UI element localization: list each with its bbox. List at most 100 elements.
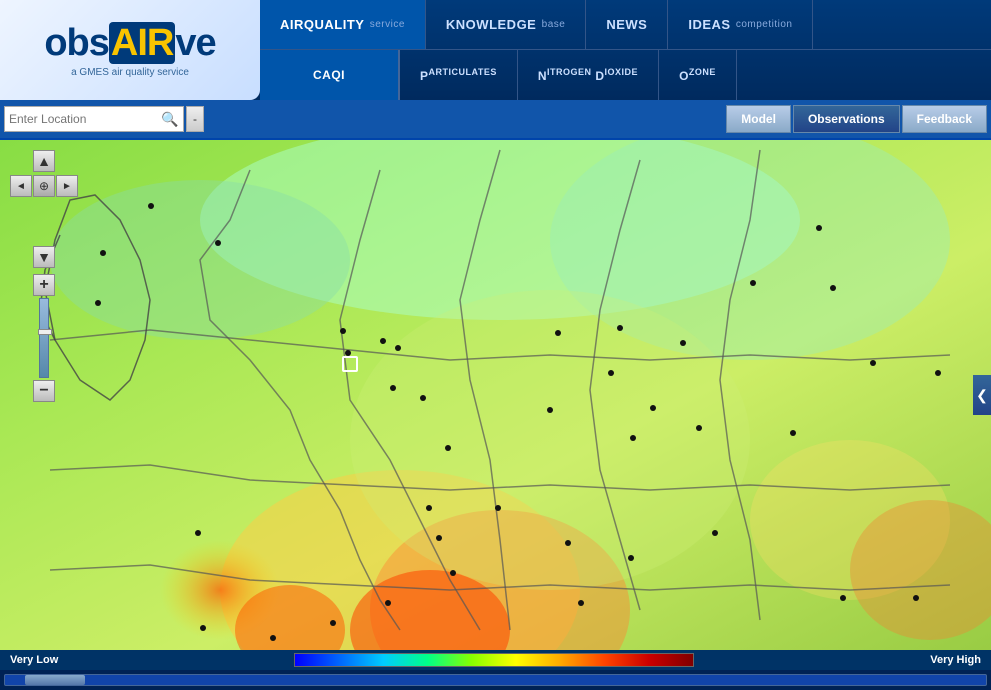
nav-knowledge-suffix: BASE	[538, 19, 565, 30]
nav-particulates-label: PARTICULATES	[420, 67, 497, 83]
logo-subtitle: a GMES air quality service	[71, 67, 189, 78]
nav-news[interactable]: NEWS	[586, 0, 668, 49]
zoom-track[interactable]	[39, 298, 49, 378]
station-dot[interactable]	[712, 530, 718, 536]
location-dropdown[interactable]: -	[186, 106, 204, 132]
nav-nitrogen[interactable]: NITROGEN DIOXIDE	[518, 50, 659, 100]
station-dot[interactable]	[450, 570, 456, 576]
legend-very-low-label: Very Low	[10, 654, 58, 666]
nav-top: AIRQUALITY SERVICE KNOWLEDGE BASE NEWS I…	[260, 0, 991, 50]
nav-news-label: NEWS	[606, 17, 647, 32]
nav-ideas-label: IDEAS	[688, 17, 730, 32]
location-input-wrapper[interactable]: 🔍	[4, 106, 184, 132]
pan-controls: ◄ ⊕ ►	[10, 175, 78, 243]
zoom-handle[interactable]	[38, 329, 52, 335]
tab-feedback[interactable]: Feedback	[902, 105, 987, 133]
station-dot[interactable]	[215, 240, 221, 246]
station-dot[interactable]	[650, 405, 656, 411]
pan-center-button[interactable]: ⊕	[33, 175, 55, 197]
station-dot[interactable]	[617, 325, 623, 331]
nav-airquality-label: AIRQUALITY	[280, 17, 364, 32]
pan-left-button[interactable]: ◄	[10, 175, 32, 197]
navigate-down-button[interactable]: ▼	[33, 246, 55, 268]
station-dot[interactable]	[95, 300, 101, 306]
pan-right-button[interactable]: ►	[56, 175, 78, 197]
station-dot[interactable]	[270, 635, 276, 641]
station-dot[interactable]	[495, 505, 501, 511]
header: obsAIRve a GMES air quality service AIRQ…	[0, 0, 991, 100]
nav-ideas-suffix: COMPETITION	[733, 19, 793, 30]
station-dot[interactable]	[608, 370, 614, 376]
legend-bar-container: Very Low Very High	[0, 650, 991, 670]
nav-airquality-suffix: SERVICE	[366, 19, 404, 30]
station-dot[interactable]	[426, 505, 432, 511]
station-dot[interactable]	[395, 345, 401, 351]
station-dot[interactable]	[195, 530, 201, 536]
nav-nitrogen-label: NITROGEN DIOXIDE	[538, 67, 638, 83]
station-dot[interactable]	[680, 340, 686, 346]
nav-airquality[interactable]: AIRQUALITY SERVICE	[260, 0, 426, 49]
station-dot[interactable]	[420, 395, 426, 401]
bottom-scroll-handle[interactable]	[25, 675, 85, 685]
bottom-scrollbar[interactable]	[4, 674, 987, 686]
station-dot[interactable]	[445, 445, 451, 451]
nav-ozone-label: OZONE	[679, 67, 716, 83]
logo: obsAIRve	[44, 22, 215, 65]
legend-very-high-label: Very High	[930, 654, 981, 666]
station-dot[interactable]	[340, 328, 346, 334]
station-dot[interactable]	[816, 225, 822, 231]
zoom-slider-container[interactable]: + −	[33, 274, 55, 402]
toolbar: 🔍 - Model Observations Feedback	[0, 100, 991, 140]
legend-container: Very Low Very High	[10, 653, 981, 667]
nav-bottom: CAQI PARTICULATES NITROGEN DIOXIDE OZONE	[260, 50, 991, 100]
station-dot[interactable]	[630, 435, 636, 441]
map-controls: ▲ ◄ ⊕ ► ▼ + −	[10, 150, 78, 402]
nav-particulates[interactable]: PARTICULATES	[400, 50, 518, 100]
station-dot[interactable]	[830, 285, 836, 291]
collapse-panel-button[interactable]: ❮	[973, 375, 991, 415]
station-dot[interactable]	[870, 360, 876, 366]
nav-caqi[interactable]: CAQI	[260, 50, 400, 100]
station-dot[interactable]	[628, 555, 634, 561]
station-dot[interactable]	[547, 407, 553, 413]
search-button[interactable]: 🔍	[159, 111, 180, 128]
nav-knowledge-label: KNOWLEDGE	[446, 17, 536, 32]
station-dot[interactable]	[935, 370, 941, 376]
station-dot[interactable]	[436, 535, 442, 541]
bottom-bar	[0, 670, 991, 690]
zoom-out-button[interactable]: −	[33, 380, 55, 402]
station-dot[interactable]	[200, 625, 206, 631]
station-dot[interactable]	[578, 600, 584, 606]
logo-obs: obs	[44, 22, 109, 64]
nav-ozone[interactable]: OZONE	[659, 50, 737, 100]
location-input[interactable]	[9, 112, 159, 126]
station-dot[interactable]	[148, 203, 154, 209]
station-dot[interactable]	[840, 595, 846, 601]
station-dot[interactable]	[750, 280, 756, 286]
station-dot[interactable]	[330, 620, 336, 626]
station-dot[interactable]	[565, 540, 571, 546]
station-dot[interactable]	[390, 385, 396, 391]
station-dot[interactable]	[696, 425, 702, 431]
nav-knowledge[interactable]: KNOWLEDGE BASE	[426, 0, 586, 49]
station-dot[interactable]	[100, 250, 106, 256]
station-dot[interactable]	[385, 600, 391, 606]
station-dot[interactable]	[555, 330, 561, 336]
tab-observations[interactable]: Observations	[793, 105, 900, 133]
logo-area: obsAIRve a GMES air quality service	[0, 0, 260, 100]
station-dot[interactable]	[380, 338, 386, 344]
nav-caqi-label: CAQI	[313, 68, 345, 82]
map-svg	[0, 140, 991, 650]
station-dot[interactable]	[790, 430, 796, 436]
zoom-in-button[interactable]: +	[33, 274, 55, 296]
station-dot[interactable]	[913, 595, 919, 601]
station-dot[interactable]	[342, 356, 358, 372]
legend-color-bar	[294, 653, 694, 667]
toolbar-tabs: Model Observations Feedback	[726, 105, 987, 133]
map-container[interactable]: ▲ ◄ ⊕ ► ▼ + − ❮	[0, 140, 991, 650]
tab-model[interactable]: Model	[726, 105, 791, 133]
navigate-up-button[interactable]: ▲	[33, 150, 55, 172]
logo-ve: ve	[175, 22, 215, 64]
nav-area: AIRQUALITY SERVICE KNOWLEDGE BASE NEWS I…	[260, 0, 991, 100]
nav-ideas[interactable]: IDEAS COMPETITION	[668, 0, 813, 49]
